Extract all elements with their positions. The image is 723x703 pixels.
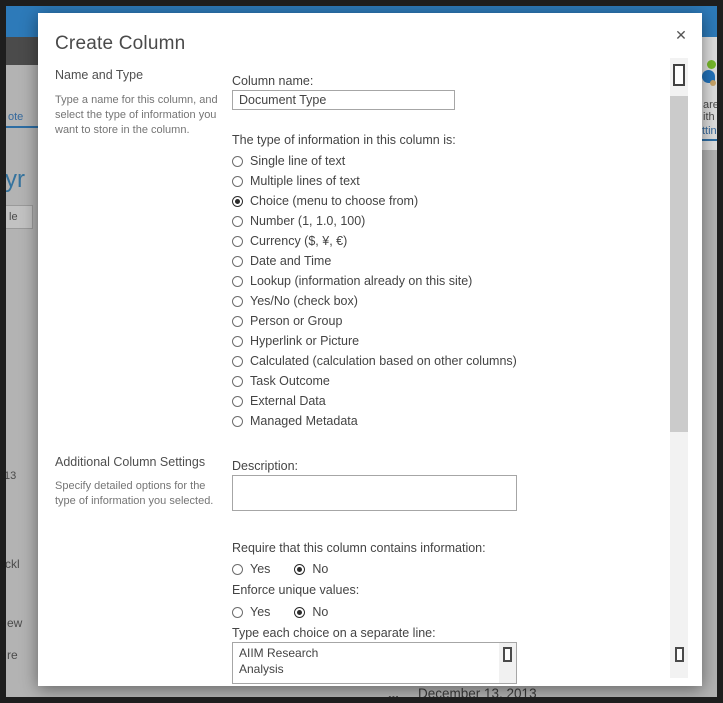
column-type-radio-group-option[interactable]: Number (1, 1.0, 100) bbox=[232, 211, 562, 231]
column-type-radio-group-option[interactable]: Yes/No (check box) bbox=[232, 291, 562, 311]
left-item-fragment: re bbox=[7, 648, 18, 662]
radio-unselected-icon[interactable] bbox=[232, 256, 243, 267]
type-of-information-label: The type of information in this column i… bbox=[232, 133, 456, 147]
left-item-fragment: ckl bbox=[5, 557, 20, 571]
site-logo-icon bbox=[707, 60, 716, 69]
choices-field: AIIM Research Analysis bbox=[232, 642, 517, 684]
require-information-radio-group-option-label: Yes bbox=[250, 562, 270, 576]
column-type-radio-group-option-label: Currency ($, ¥, €) bbox=[250, 234, 347, 248]
column-type-radio-group-option-label: Single line of text bbox=[250, 154, 345, 168]
column-type-radio-group-option[interactable]: Lookup (information already on this site… bbox=[232, 271, 562, 291]
radio-unselected-icon[interactable] bbox=[232, 416, 243, 427]
choices-textarea[interactable]: AIIM Research Analysis bbox=[233, 643, 516, 683]
dialog-scrollbar[interactable] bbox=[670, 58, 688, 678]
radio-unselected-icon[interactable] bbox=[232, 564, 243, 575]
section-heading-additional-settings: Additional Column Settings bbox=[55, 455, 231, 469]
enforce-unique-values-radio-group-option[interactable]: Yes bbox=[232, 603, 270, 621]
create-column-dialog: Create Column ✕ Name and Type Type a nam… bbox=[38, 13, 702, 686]
radio-unselected-icon[interactable] bbox=[232, 276, 243, 287]
choices-label: Type each choice on a separate line: bbox=[232, 626, 436, 640]
description-textarea[interactable] bbox=[232, 475, 517, 511]
column-type-radio-group-option[interactable]: Multiple lines of text bbox=[232, 171, 562, 191]
right-link-fragment: ttin bbox=[702, 125, 717, 137]
page-date-text: December 13, 2013 bbox=[418, 686, 537, 701]
radio-unselected-icon[interactable] bbox=[232, 176, 243, 187]
choices-scrollbar[interactable] bbox=[499, 643, 516, 683]
column-type-radio-group-option-label: Multiple lines of text bbox=[250, 174, 360, 188]
scroll-down-glyph-icon[interactable] bbox=[675, 647, 684, 662]
section-description-additional-settings: Specify detailed options for the type of… bbox=[55, 479, 227, 509]
description-label: Description: bbox=[232, 459, 298, 473]
radio-unselected-icon[interactable] bbox=[232, 316, 243, 327]
column-type-radio-group-option-label: Hyperlink or Picture bbox=[250, 334, 359, 348]
scroll-up-glyph-icon[interactable] bbox=[673, 64, 685, 86]
require-information-label: Require that this column contains inform… bbox=[232, 541, 486, 555]
radio-selected-icon[interactable] bbox=[232, 196, 243, 207]
left-dark-band bbox=[0, 37, 38, 65]
screenshot-viewport: ote yr le 13 ckl ew re are ith ttin ... … bbox=[0, 0, 723, 703]
scroll-down-button[interactable] bbox=[670, 643, 688, 663]
column-type-radio-group-option[interactable]: Hyperlink or Picture bbox=[232, 331, 562, 351]
section-heading-name-and-type: Name and Type bbox=[55, 68, 231, 82]
column-type-radio-group-option-label: Calculated (calculation based on other c… bbox=[250, 354, 517, 368]
enforce-unique-values-radio-group-option-label: Yes bbox=[250, 605, 270, 619]
site-title-fragment: yr bbox=[5, 166, 25, 194]
left-nav-link-fragment: ote bbox=[8, 111, 23, 123]
column-type-radio-group-option-label: Date and Time bbox=[250, 254, 331, 268]
radio-unselected-icon[interactable] bbox=[232, 336, 243, 347]
require-information-radio-group: Yes No bbox=[232, 560, 328, 578]
enforce-unique-values-radio-group-option[interactable]: No bbox=[294, 603, 328, 621]
enforce-unique-values-radio-group-option-label: No bbox=[312, 605, 328, 619]
column-type-radio-group-option[interactable]: External Data bbox=[232, 391, 562, 411]
column-type-radio-group-option-label: Yes/No (check box) bbox=[250, 294, 358, 308]
radio-unselected-icon[interactable] bbox=[232, 356, 243, 367]
radio-unselected-icon[interactable] bbox=[232, 296, 243, 307]
right-text-fragment: are bbox=[703, 99, 719, 111]
column-type-radio-group: Single line of text Multiple lines of tex… bbox=[232, 151, 562, 431]
scrollbar-thumb[interactable] bbox=[670, 96, 688, 432]
radio-selected-icon[interactable] bbox=[294, 564, 305, 575]
column-name-input[interactable] bbox=[232, 90, 455, 110]
scroll-glyph-icon[interactable] bbox=[503, 647, 512, 662]
enforce-unique-values-radio-group: Yes No bbox=[232, 603, 328, 621]
right-text-fragment: ith bbox=[703, 111, 715, 123]
column-type-radio-group-option[interactable]: Currency ($, ¥, €) bbox=[232, 231, 562, 251]
dialog-title: Create Column bbox=[55, 33, 185, 55]
close-icon[interactable]: ✕ bbox=[670, 24, 692, 46]
enforce-unique-values-label: Enforce unique values: bbox=[232, 583, 359, 597]
column-type-radio-group-option-label: Person or Group bbox=[250, 314, 342, 328]
column-type-radio-group-option[interactable]: Task Outcome bbox=[232, 371, 562, 391]
left-link-underline bbox=[6, 126, 38, 128]
radio-unselected-icon[interactable] bbox=[232, 396, 243, 407]
right-link-underline bbox=[702, 139, 717, 141]
radio-unselected-icon[interactable] bbox=[232, 376, 243, 387]
column-type-radio-group-option[interactable]: Date and Time bbox=[232, 251, 562, 271]
radio-unselected-icon[interactable] bbox=[232, 216, 243, 227]
column-name-label: Column name: bbox=[232, 74, 313, 88]
column-type-radio-group-option-label: Managed Metadata bbox=[250, 414, 358, 428]
radio-unselected-icon[interactable] bbox=[232, 236, 243, 247]
radio-selected-icon[interactable] bbox=[294, 607, 305, 618]
column-type-radio-group-option-label: Lookup (information already on this site… bbox=[250, 274, 472, 288]
bottom-ellipsis: ... bbox=[388, 686, 399, 701]
column-type-radio-group-option-label: External Data bbox=[250, 394, 326, 408]
column-type-radio-group-option[interactable]: Person or Group bbox=[232, 311, 562, 331]
require-information-radio-group-option[interactable]: Yes bbox=[232, 560, 270, 578]
site-logo-icon bbox=[710, 80, 716, 86]
left-number-fragment: 13 bbox=[4, 470, 16, 482]
column-type-radio-group-option[interactable]: Single line of text bbox=[232, 151, 562, 171]
require-information-radio-group-option[interactable]: No bbox=[294, 560, 328, 578]
section-description-name-and-type: Type a name for this column, and select … bbox=[55, 93, 227, 138]
column-type-radio-group-option[interactable]: Managed Metadata bbox=[232, 411, 562, 431]
column-type-radio-group-option[interactable]: Choice (menu to choose from) bbox=[232, 191, 562, 211]
radio-unselected-icon[interactable] bbox=[232, 156, 243, 167]
radio-unselected-icon[interactable] bbox=[232, 607, 243, 618]
column-type-radio-group-option-label: Choice (menu to choose from) bbox=[250, 194, 418, 208]
require-information-radio-group-option-label: No bbox=[312, 562, 328, 576]
column-type-radio-group-option-label: Number (1, 1.0, 100) bbox=[250, 214, 365, 228]
left-item-fragment: ew bbox=[7, 616, 22, 630]
column-type-radio-group-option[interactable]: Calculated (calculation based on other c… bbox=[232, 351, 562, 371]
left-button-fragment: le bbox=[9, 211, 18, 223]
column-type-radio-group-option-label: Task Outcome bbox=[250, 374, 330, 388]
